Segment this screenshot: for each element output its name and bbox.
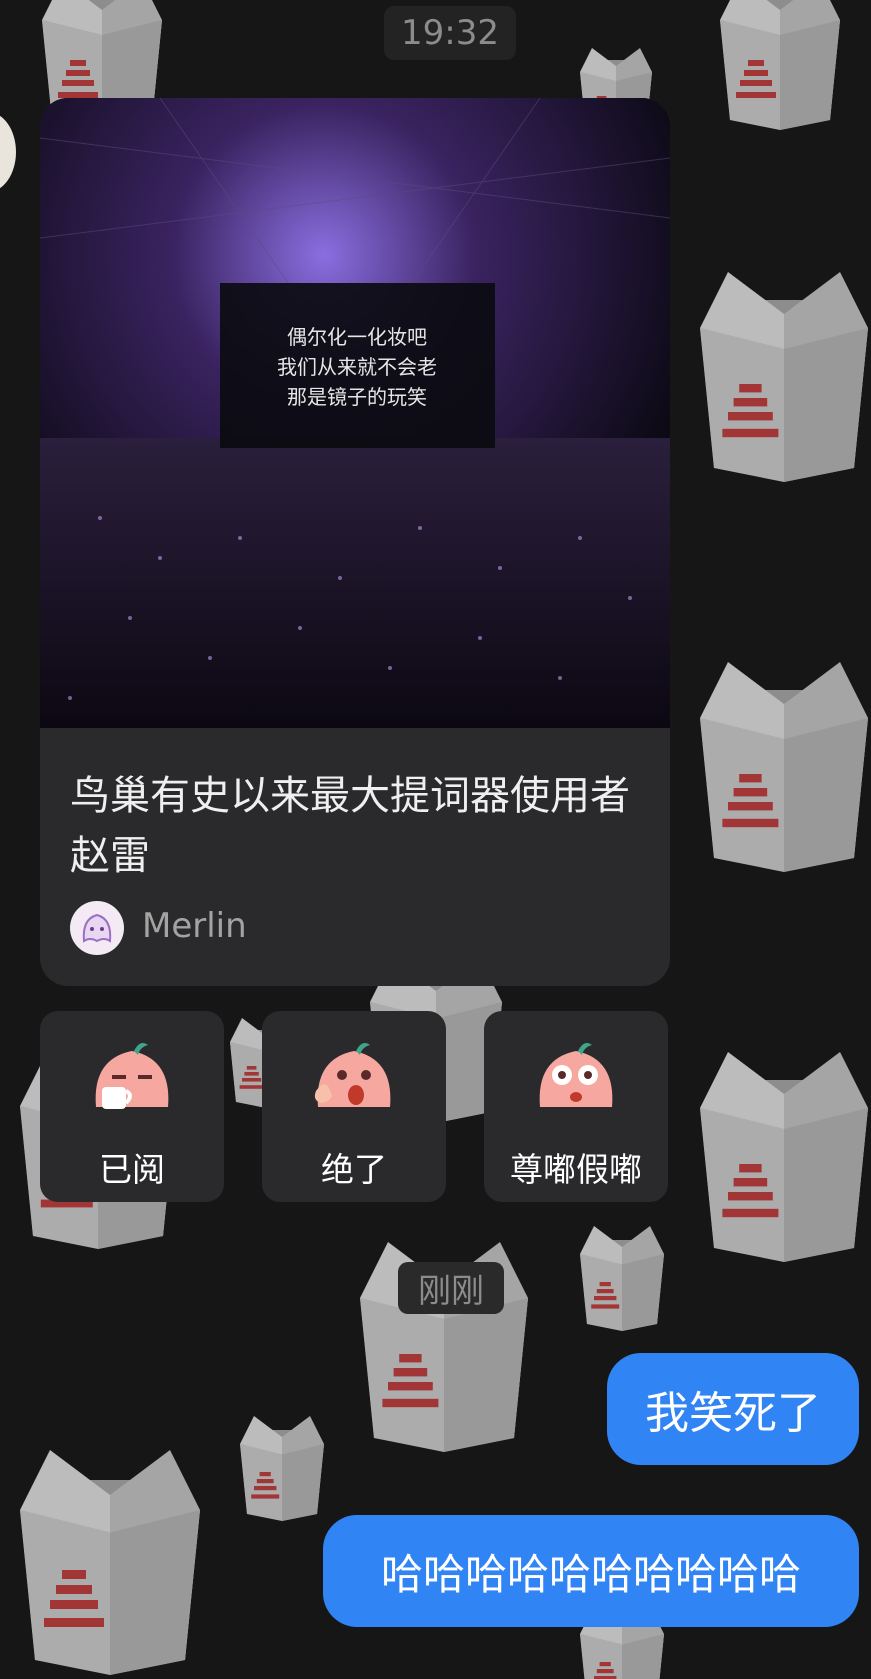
message-timestamp: 19:32	[384, 6, 516, 60]
time-divider: 刚刚	[398, 1262, 504, 1314]
reaction-sticker-awesome[interactable]: 绝了	[262, 1011, 446, 1202]
reaction-label: 尊嘟假嘟	[510, 1150, 642, 1189]
card-thumbnail-image: 偶尔化一化妆吧 我们从来就不会老 那是镜子的玩笑	[40, 98, 670, 728]
card-source-name: Merlin	[142, 906, 247, 946]
reaction-sticker-really[interactable]: 尊嘟假嘟	[484, 1011, 668, 1202]
reaction-label: 已阅	[99, 1150, 165, 1189]
shared-link-card[interactable]: 偶尔化一化妆吧 我们从来就不会老 那是镜子的玩笑 鸟巢有史以来最大提词器使用者赵…	[40, 98, 670, 986]
screen-caption-line-3: 那是镜子的玩笑	[287, 385, 427, 409]
message-text: 哈哈哈哈哈哈哈哈哈哈	[380, 1549, 801, 1599]
ghost-mascot-icon	[82, 913, 112, 943]
card-title: 鸟巢有史以来最大提词器使用者赵雷	[70, 773, 630, 879]
sticker-tea-icon	[95, 1043, 169, 1109]
message-text: 我笑死了	[645, 1388, 821, 1439]
reaction-label: 绝了	[321, 1150, 387, 1189]
screen-caption-line-2: 我们从来就不会老	[277, 355, 437, 379]
sent-message-bubble[interactable]: 我笑死了	[607, 1353, 859, 1465]
source-avatar	[70, 901, 124, 955]
sent-message-bubble[interactable]: 哈哈哈哈哈哈哈哈哈哈	[323, 1515, 859, 1627]
screen-caption-line-1: 偶尔化一化妆吧	[287, 325, 427, 349]
sticker-thumbs-up-icon	[314, 1043, 391, 1107]
sticker-surprised-icon	[539, 1043, 613, 1107]
reaction-sticker-read[interactable]: 已阅	[40, 1011, 224, 1202]
